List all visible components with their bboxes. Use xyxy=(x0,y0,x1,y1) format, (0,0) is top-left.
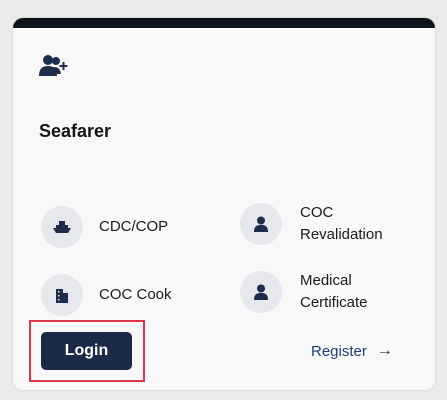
card-title: Seafarer xyxy=(39,121,112,141)
service-cdc-cop[interactable]: CDC/COP xyxy=(41,206,168,248)
service-label: CDC/COP xyxy=(99,218,169,235)
register-link[interactable]: Register → xyxy=(311,342,393,360)
user-add-icon xyxy=(39,54,69,78)
arrow-right-icon: → xyxy=(376,342,393,359)
service-label: COC Revalidation xyxy=(300,204,383,243)
service-label: Medical Certificate xyxy=(300,272,368,311)
service-coc-revalidation[interactable]: COC Revalidation xyxy=(240,202,420,246)
ship-icon xyxy=(41,206,83,248)
service-medical-certificate[interactable]: Medical Certificate xyxy=(240,270,400,314)
card-top-bar xyxy=(13,18,435,28)
user-icon xyxy=(240,203,282,245)
user-icon xyxy=(240,271,282,313)
service-label: COC Cook xyxy=(99,286,172,303)
seafarer-card: Seafarer CDC/COP COC Revalidation COC Co… xyxy=(13,18,435,390)
service-coc-cook[interactable]: COC Cook xyxy=(41,274,172,316)
building-icon xyxy=(41,274,83,316)
login-button[interactable]: Login xyxy=(41,332,132,370)
register-label: Register xyxy=(311,342,367,360)
